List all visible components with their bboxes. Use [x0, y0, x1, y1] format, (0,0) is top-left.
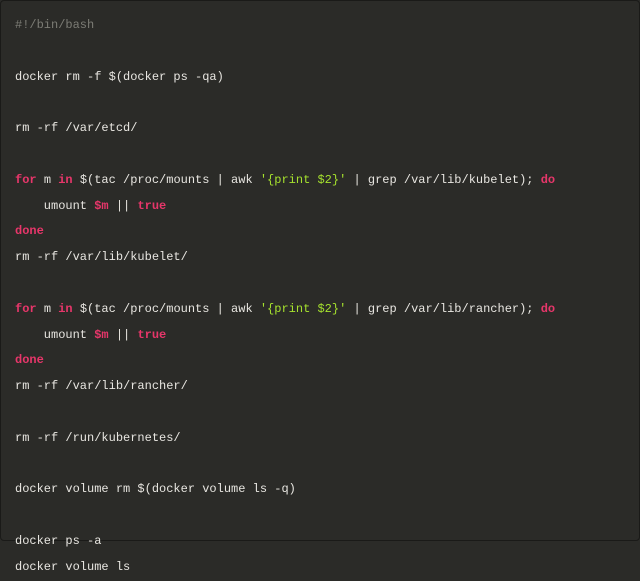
- cmd-rm-kubelet: rm -rf /var/lib/kubelet/: [15, 250, 188, 264]
- kw-for-1: for: [15, 173, 37, 187]
- loop1-expr-post: | grep /var/lib/kubelet);: [346, 173, 540, 187]
- kw-done-1: done: [15, 224, 44, 238]
- kw-do-2: do: [541, 302, 555, 316]
- cmd-rm-etcd: rm -rf /var/etcd/: [15, 121, 137, 135]
- loop2-body-true: true: [137, 328, 166, 342]
- loop1-body-true: true: [137, 199, 166, 213]
- loop1-body-var: $m: [94, 199, 108, 213]
- kw-in-1: in: [58, 173, 72, 187]
- cmd-docker-vol-rm: docker volume rm $(docker volume ls -q): [15, 482, 296, 496]
- loop2-expr-pre: $(tac /proc/mounts | awk: [73, 302, 260, 316]
- cmd-docker-vol-ls: docker volume ls: [15, 560, 130, 574]
- loopvar-2: m: [44, 302, 51, 316]
- kw-in-2: in: [58, 302, 72, 316]
- cmd-docker-rm: docker rm -f $(docker ps -qa): [15, 70, 224, 84]
- kw-for-2: for: [15, 302, 37, 316]
- cmd-rm-kubernetes: rm -rf /run/kubernetes/: [15, 431, 181, 445]
- loop2-awk-str: '{print $2}': [260, 302, 346, 316]
- loopvar-1: m: [44, 173, 51, 187]
- loop2-body-pre: umount: [15, 328, 94, 342]
- loop2-expr-post: | grep /var/lib/rancher);: [346, 302, 540, 316]
- loop1-body-pre: umount: [15, 199, 94, 213]
- loop1-body-mid: ||: [109, 199, 138, 213]
- code-block: #!/bin/bash docker rm -f $(docker ps -qa…: [15, 13, 625, 581]
- cmd-rm-rancher: rm -rf /var/lib/rancher/: [15, 379, 188, 393]
- kw-do-1: do: [541, 173, 555, 187]
- loop1-awk-str: '{print $2}': [260, 173, 346, 187]
- kw-done-2: done: [15, 353, 44, 367]
- loop2-body-mid: ||: [109, 328, 138, 342]
- loop2-body-var: $m: [94, 328, 108, 342]
- shebang-line: #!/bin/bash: [15, 18, 94, 32]
- loop1-expr-pre: $(tac /proc/mounts | awk: [73, 173, 260, 187]
